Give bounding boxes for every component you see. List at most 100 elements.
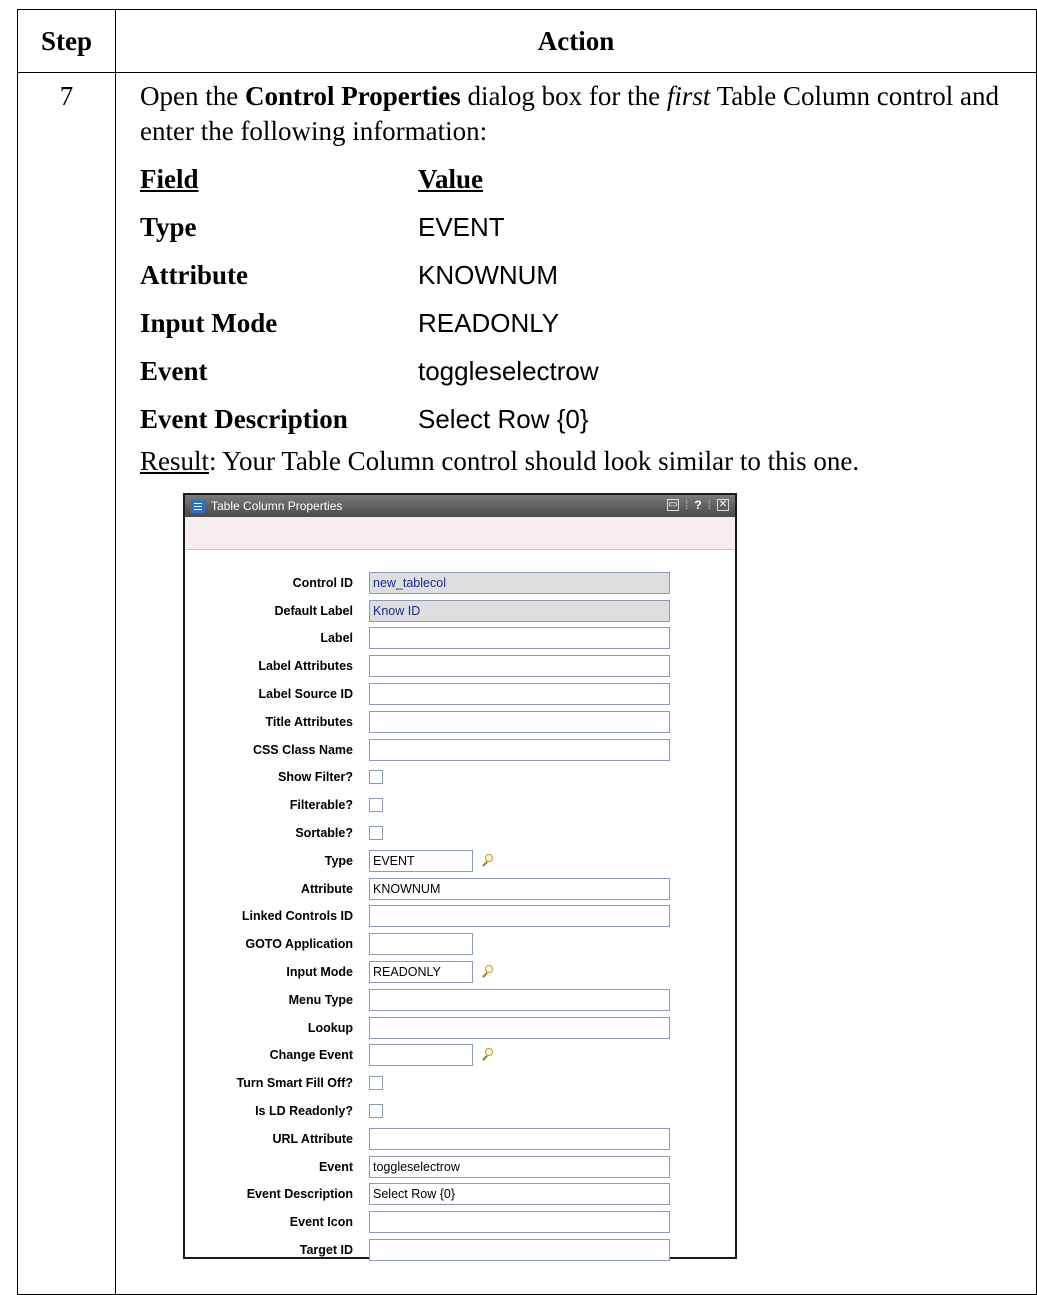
event-description-field[interactable]: Select Row {0} (369, 1183, 670, 1206)
label-label: Label (320, 631, 353, 646)
attribute-label: Attribute (300, 881, 353, 896)
sortable-checkbox[interactable] (369, 826, 383, 841)
table-column-properties-dialog: Table Column Properties ▭ ⁞ ? ⁞ ✕ Contro… (183, 493, 737, 1262)
change-event-field[interactable] (369, 1044, 473, 1067)
step-instruction: Open the Control Properties dialog box f… (140, 81, 999, 146)
event-description-label: Event Description (246, 1187, 353, 1202)
form-row-lookup: Lookup (185, 1014, 735, 1042)
lookup-icon[interactable] (481, 965, 495, 979)
attribute-field[interactable]: KNOWNUM (369, 877, 670, 900)
properties-form: Control ID new_tablecol Default Label Know … (185, 569, 735, 1264)
step-header: Step (17, 9, 116, 73)
filterable-label: Filterable? (289, 798, 353, 813)
form-row-is-ld-readonly: Is LD Readonly? (185, 1097, 735, 1125)
show-filter-checkbox[interactable] (369, 770, 383, 785)
filterable-checkbox[interactable] (369, 798, 383, 813)
dialog-toolbar (185, 517, 735, 550)
minimize-icon[interactable]: ▭ (666, 499, 679, 511)
field-value-row: Type EVENT (140, 203, 1036, 251)
field-name: Event Description (140, 403, 348, 434)
title-attributes-field[interactable] (369, 710, 670, 733)
event-label: Event (318, 1159, 353, 1174)
separator: ⁞ (707, 498, 711, 512)
type-field[interactable]: EVENT (369, 849, 473, 872)
title-attributes-label: Title Attributes (265, 714, 353, 729)
linked-controls-id-field[interactable] (369, 905, 670, 928)
default-label-label: Default Label (274, 603, 354, 618)
label-source-id-field[interactable] (369, 683, 670, 706)
event-icon-field[interactable] (369, 1211, 670, 1234)
event-field[interactable]: toggleselectrow (369, 1155, 670, 1178)
field-value-row: Event toggleselectrow (140, 347, 1036, 395)
separator: ⁞ (684, 498, 689, 512)
turn-smart-fill-off-checkbox[interactable] (369, 1076, 383, 1091)
lookup-label: Lookup (307, 1020, 353, 1035)
lookup-icon[interactable] (481, 853, 495, 868)
field-name: Input Mode (140, 307, 278, 338)
input-mode-label: Input Mode (286, 965, 353, 980)
control-id-field[interactable]: new_tablecol (369, 571, 670, 594)
label-source-id-label: Label Source ID (258, 687, 353, 702)
field-value-row: Attribute KNOWNUM (140, 251, 1036, 299)
field-value-list: Field Value Type EVENT Attribute KNOWNUM I… (140, 155, 1036, 443)
sortable-label: Sortable? (295, 826, 353, 841)
field-name: Event (140, 355, 208, 386)
field-value: READONLY (418, 307, 560, 338)
step-number: 7 (17, 72, 116, 1295)
field-list-header: Field Value (140, 155, 1036, 203)
input-mode-field[interactable]: READONLY (369, 961, 473, 984)
goto-application-field[interactable] (369, 933, 473, 956)
label-attributes-label: Label Attributes (258, 659, 353, 674)
form-row-event-icon: Event Icon (185, 1208, 735, 1236)
form-row-show-filter: Show Filter? (185, 764, 735, 792)
form-row-turn-smart-fill-off: Turn Smart Fill Off? (185, 1069, 735, 1097)
value-column-heading: Value (418, 163, 484, 194)
field-value: KNOWNUM (418, 259, 559, 290)
dialog-icon (191, 499, 205, 513)
form-row-event-description: Event Description Select Row {0} (185, 1181, 735, 1209)
label-attributes-field[interactable] (369, 655, 670, 678)
form-row-control-id: Control ID new_tablecol (185, 569, 735, 597)
default-label-field[interactable]: Know ID (369, 599, 670, 622)
field-name: Type (140, 211, 197, 242)
form-row-type: Type EVENT (185, 847, 735, 875)
field-value: Select Row {0} (418, 403, 589, 434)
form-row-url-attribute: URL Attribute (185, 1125, 735, 1153)
field-column-heading: Field (140, 163, 199, 194)
form-row-label-source-id: Label Source ID (185, 680, 735, 708)
is-ld-readonly-checkbox[interactable] (369, 1104, 383, 1119)
form-row-title-attributes: Title Attributes (185, 708, 735, 736)
field-value-row: Input Mode READONLY (140, 299, 1036, 347)
goto-application-label: GOTO Application (245, 937, 353, 952)
form-row-change-event: Change Event (185, 1042, 735, 1070)
target-id-field[interactable] (369, 1239, 670, 1262)
lookup-icon[interactable] (481, 1048, 495, 1062)
is-ld-readonly-label: Is LD Readonly? (255, 1104, 353, 1119)
target-id-label: Target ID (299, 1243, 353, 1258)
linked-controls-id-label: Linked Controls ID (241, 909, 353, 924)
dialog-title: Table Column Properties (211, 499, 343, 513)
lookup-field[interactable] (369, 1016, 670, 1039)
label-field[interactable] (369, 627, 670, 650)
url-attribute-field[interactable] (369, 1127, 670, 1150)
menu-type-field[interactable] (369, 988, 670, 1011)
form-row-label-attributes: Label Attributes (185, 652, 735, 680)
type-label: Type (324, 853, 353, 868)
form-row-input-mode: Input Mode READONLY (185, 958, 735, 986)
menu-type-label: Menu Type (288, 992, 353, 1007)
field-name: Attribute (140, 259, 248, 290)
dialog-titlebar[interactable]: Table Column Properties ▭ ⁞ ? ⁞ ✕ (185, 495, 735, 517)
window-controls: ▭ ⁞ ? ⁞ ✕ (666, 498, 729, 512)
field-value: toggleselectrow (418, 355, 599, 386)
close-icon[interactable]: ✕ (717, 499, 729, 511)
css-class-name-field[interactable] (369, 738, 670, 761)
help-button[interactable]: ? (694, 498, 701, 512)
action-header: Action (115, 9, 1037, 73)
form-row-target-id: Target ID (185, 1236, 735, 1264)
field-value-row: Event Description Select Row {0} (140, 395, 1036, 443)
form-row-attribute: Attribute KNOWNUM (185, 875, 735, 903)
control-id-label: Control ID (292, 575, 353, 590)
form-row-goto-application: GOTO Application (185, 930, 735, 958)
field-value: EVENT (418, 211, 505, 242)
show-filter-label: Show Filter? (278, 770, 353, 785)
